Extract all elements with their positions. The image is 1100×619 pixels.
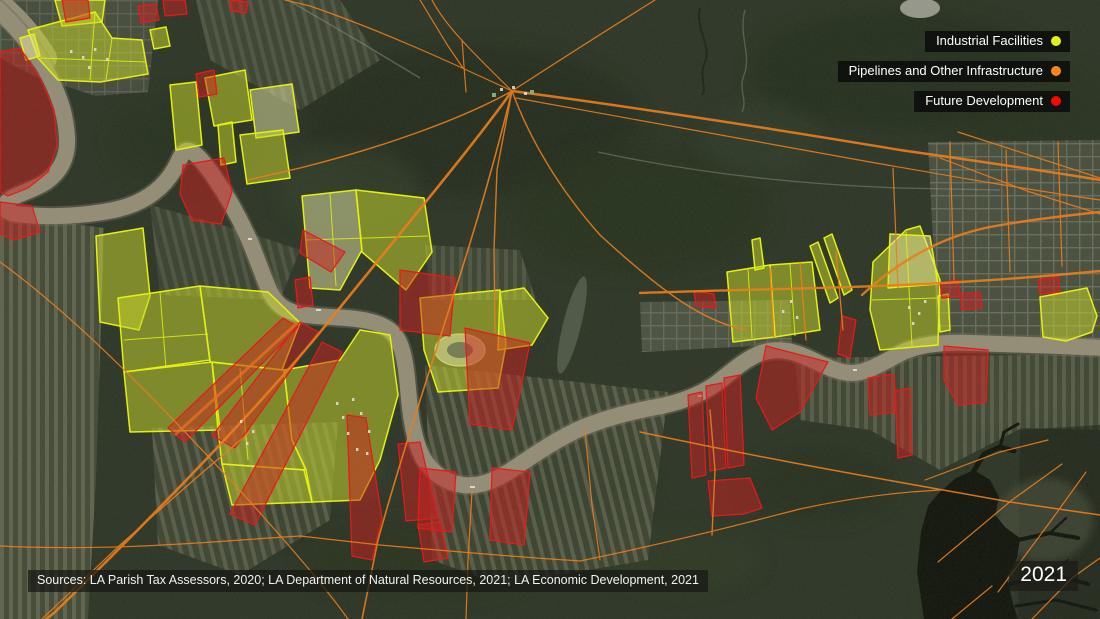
legend-label: Future Development <box>925 93 1043 109</box>
map-legend: Industrial Facilities Pipelines and Othe… <box>838 31 1070 112</box>
legend-item-future-development: Future Development <box>914 91 1070 112</box>
future-development-dot-icon <box>1051 96 1061 106</box>
map-canvas[interactable]: Industrial Facilities Pipelines and Othe… <box>0 0 1100 619</box>
legend-label: Industrial Facilities <box>936 33 1043 49</box>
legend-item-pipelines: Pipelines and Other Infrastructure <box>838 61 1070 82</box>
legend-label: Pipelines and Other Infrastructure <box>849 63 1043 79</box>
year-badge: 2021 <box>1009 561 1078 591</box>
sources-attribution: Sources: LA Parish Tax Assessors, 2020; … <box>28 570 708 592</box>
pipelines-dot-icon <box>1051 66 1061 76</box>
industrial-facilities-dot-icon <box>1051 36 1061 46</box>
legend-item-industrial-facilities: Industrial Facilities <box>925 31 1070 52</box>
